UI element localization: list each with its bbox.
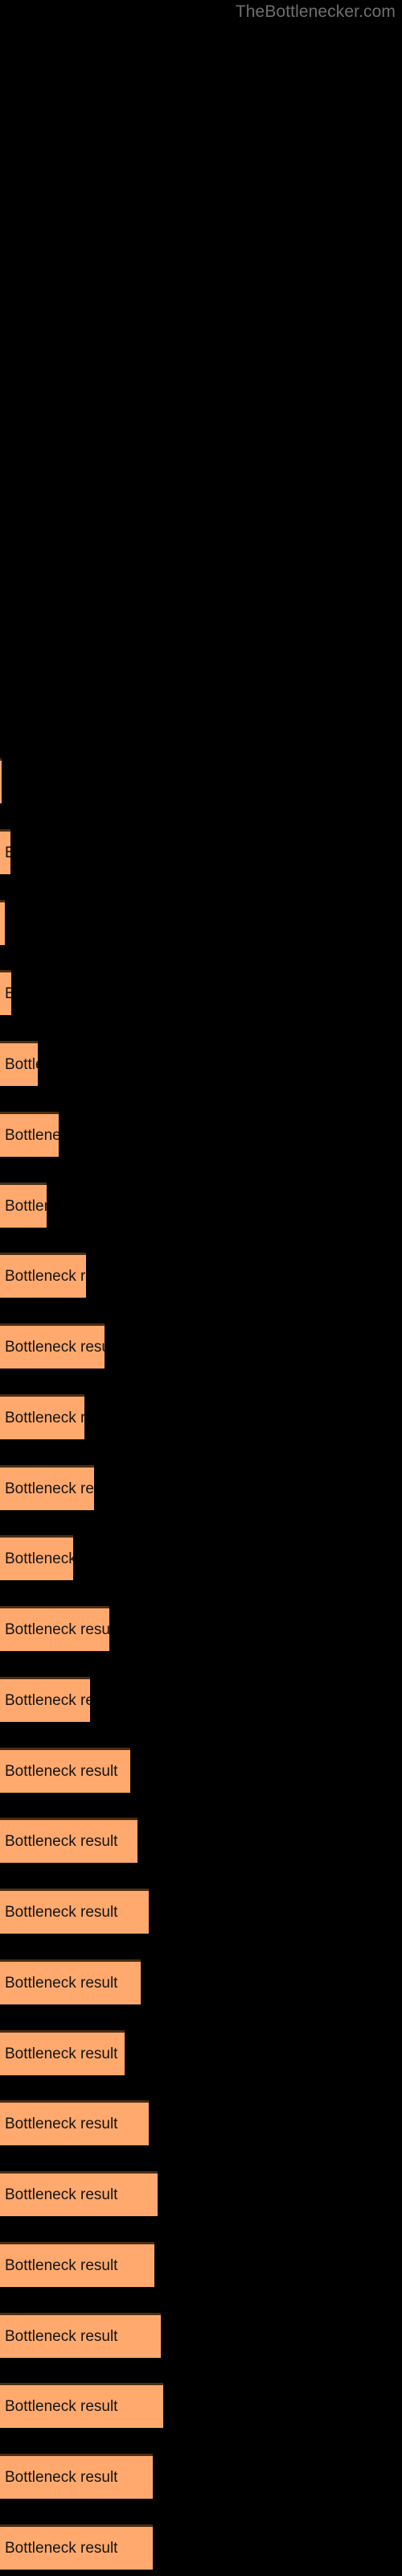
chart-root: TheBottlenecker.com Bottleneck resultBot… [0,0,402,2576]
bar-label: Bottleneck result [5,1974,118,1992]
bar-7[interactable]: Bottleneck result [0,1183,47,1228]
bar-1[interactable]: Bottleneck result [0,758,2,803]
bar-25[interactable]: Bottleneck result [0,2454,153,2499]
bar-22[interactable]: Bottleneck result [0,2242,154,2287]
bar-label: Bottleneck result [5,1691,90,1709]
bar-label: Bottleneck result [5,985,11,1003]
bar-label: Bottleneck result [5,1903,118,1921]
bar-18[interactable]: Bottleneck result [0,1959,141,2004]
bar-4[interactable]: Bottleneck result [0,970,11,1015]
bar-label: Bottleneck result [5,1480,94,1497]
bar-11[interactable]: Bottleneck result [0,1465,94,1510]
bar-label: Bottleneck result [5,1550,73,1567]
bar-21[interactable]: Bottleneck result [0,2171,158,2216]
bar-label: Bottleneck result [5,2327,118,2345]
bar-20[interactable]: Bottleneck result [0,2100,149,2145]
bar-label: Bottleneck result [5,1409,84,1426]
bar-23[interactable]: Bottleneck result [0,2313,161,2358]
bar-15[interactable]: Bottleneck result [0,1748,130,1793]
bar-14[interactable]: Bottleneck result [0,1677,90,1722]
bar-24[interactable]: Bottleneck result [0,2383,163,2428]
bar-label: Bottleneck result [5,1620,109,1638]
bar-17[interactable]: Bottleneck result [0,1889,149,1934]
bar-label: Bottleneck result [5,2468,118,2486]
bar-16[interactable]: Bottleneck result [0,1818,137,1863]
bar-label: Bottleneck result [5,2256,118,2274]
bar-label: Bottleneck result [5,1197,47,1215]
bar-3[interactable]: Bottleneck result [0,900,5,945]
bar-label: Bottleneck result [5,1055,38,1073]
bar-5[interactable]: Bottleneck result [0,1041,38,1086]
bar-label: Bottleneck result [5,2539,118,2557]
bar-label: Bottleneck result [5,1126,59,1144]
bar-label: Bottleneck result [5,2186,118,2203]
bar-8[interactable]: Bottleneck result [0,1253,86,1298]
bar-label: Bottleneck result [5,1267,86,1285]
bar-label: Bottleneck result [5,1762,118,1780]
bar-19[interactable]: Bottleneck result [0,2030,125,2075]
bar-chart-plot-area: Bottleneck result Bottleneck result Bottle… [0,0,402,2576]
bar-label: Bottleneck result [5,1832,118,1850]
bar-label: Bottleneck result [5,844,10,862]
bar-6[interactable]: Bottleneck result [0,1112,59,1157]
bar-13[interactable]: Bottleneck result [0,1606,109,1651]
bar-2[interactable]: Bottleneck result [0,829,10,874]
bar-9[interactable]: Bottleneck result [0,1323,105,1368]
bar-label: Bottleneck result [5,2045,118,2062]
bar-26[interactable]: Bottleneck result [0,2524,153,2570]
bar-label: Bottleneck result [5,2115,118,2132]
bar-10[interactable]: Bottleneck result [0,1394,84,1439]
bar-label: Bottleneck result [5,1338,105,1356]
bar-12[interactable]: Bottleneck result [0,1535,73,1580]
bar-label: Bottleneck result [5,2397,118,2415]
